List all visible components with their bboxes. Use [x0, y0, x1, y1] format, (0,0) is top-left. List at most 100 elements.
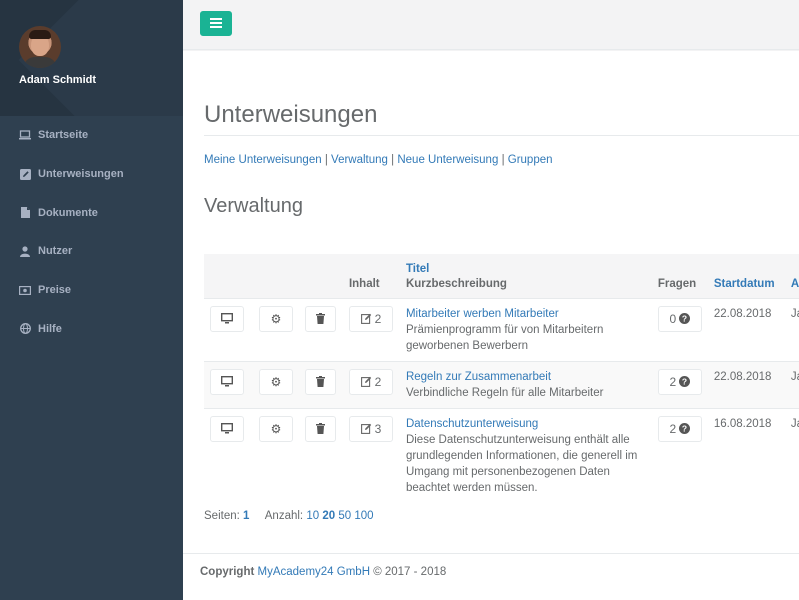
header-titel: Titel Kurzbeschreibung	[399, 254, 652, 299]
settings-button[interactable]: ⚙	[258, 368, 293, 395]
next-column-value: Ja	[784, 360, 799, 408]
content-count: 3	[374, 421, 382, 436]
menu-toggle-button[interactable]	[200, 11, 232, 36]
questions-count: 2	[669, 421, 677, 436]
sidebar-item-label: Dokumente	[38, 206, 98, 219]
table-row: ⚙ 2 Regeln zur Zusammenarbeit Verbindlic…	[204, 360, 799, 408]
sort-titel-link[interactable]: Titel	[406, 263, 429, 275]
avatar[interactable]	[19, 26, 61, 68]
edit-icon	[360, 313, 371, 324]
table-row: ⚙ 2 Mitarbeiter werben Mitarbeiter Prämi…	[204, 297, 799, 361]
sidebar-item-label: Startseite	[38, 129, 89, 142]
sort-next-link[interactable]: A	[791, 278, 799, 290]
content-count: 2	[374, 311, 382, 326]
header-kurzbeschreibung: Kurzbeschreibung	[405, 277, 507, 290]
sidebar-item-dokumente[interactable]: Dokumente	[0, 193, 183, 232]
delete-button[interactable]	[304, 368, 336, 395]
sidebar: Adam Schmidt Startseite Unterweisungen D…	[0, 0, 183, 600]
header-fragen: Fragen	[651, 254, 708, 299]
laptop-icon	[19, 129, 31, 141]
main-content: Unterweisungen Meine Unterweisungen | Ve…	[183, 51, 799, 553]
delete-button[interactable]	[304, 415, 336, 442]
sidebar-item-startseite[interactable]: Startseite	[0, 116, 183, 155]
questions-count: 2	[669, 374, 677, 389]
profile-header: Adam Schmidt	[0, 0, 183, 116]
sort-startdatum-link[interactable]: Startdatum	[714, 278, 775, 290]
edit-icon	[360, 423, 371, 434]
file-icon	[19, 207, 31, 219]
money-icon	[19, 284, 31, 296]
monitor-icon	[221, 423, 233, 434]
subnav-separator: |	[324, 154, 328, 166]
header-next: A	[784, 254, 799, 299]
page-size-10[interactable]: 10	[306, 510, 319, 522]
header-delete	[298, 254, 343, 299]
company-link[interactable]: MyAcademy24 GmbH	[258, 566, 370, 578]
content-count: 2	[374, 374, 382, 389]
svg-text:?: ?	[682, 314, 687, 324]
gear-icon: ⚙	[270, 421, 282, 436]
edit-icon	[19, 168, 31, 180]
next-column-value: Ja	[784, 407, 799, 503]
page-link-1[interactable]: 1	[243, 510, 249, 522]
training-description: Prämienprogramm für von Mitarbeitern gew…	[405, 323, 604, 352]
count-label: Anzahl:	[264, 510, 304, 522]
top-bar	[183, 0, 799, 50]
section-title: Verwaltung	[204, 195, 303, 217]
training-description: Verbindliche Regeln für alle Mitarbeiter	[405, 386, 604, 399]
sidebar-item-label: Hilfe	[38, 322, 62, 335]
sidebar-item-label: Unterweisungen	[38, 168, 124, 181]
delete-button[interactable]	[304, 305, 336, 332]
trash-icon	[315, 313, 325, 324]
title-divider	[204, 135, 799, 136]
view-button[interactable]	[210, 415, 244, 442]
subnav-meine-unterweisungen[interactable]: Meine Unterweisungen	[204, 154, 322, 166]
questions-button[interactable]: 2?	[657, 415, 702, 442]
svg-text:?: ?	[682, 424, 687, 434]
copyright-years: © 2017 - 2018	[373, 566, 447, 578]
monitor-icon	[221, 376, 233, 387]
subnav-neue-unterweisung[interactable]: Neue Unterweisung	[397, 154, 498, 166]
sidebar-item-unterweisungen[interactable]: Unterweisungen	[0, 155, 183, 194]
table-header-row: Inhalt Titel Kurzbeschreibung Fragen Sta…	[204, 254, 799, 299]
questions-button[interactable]: 2?	[657, 368, 702, 395]
sidebar-item-label: Preise	[38, 284, 72, 297]
page-size-100[interactable]: 100	[354, 510, 373, 522]
gear-icon: ⚙	[270, 311, 282, 326]
question-circle-icon: ?	[679, 376, 691, 387]
subnav-separator: |	[501, 154, 505, 166]
training-title-link[interactable]: Mitarbeiter werben Mitarbeiter	[406, 308, 559, 320]
start-date: 22.08.2018	[707, 360, 785, 408]
header-inhalt: Inhalt	[342, 254, 400, 299]
page-size-50[interactable]: 50	[338, 510, 351, 522]
question-circle-icon: ?	[679, 423, 691, 434]
profile-name[interactable]: Adam Schmidt	[19, 74, 96, 86]
view-button[interactable]	[210, 305, 244, 332]
settings-button[interactable]: ⚙	[258, 415, 293, 442]
subnav-verwaltung[interactable]: Verwaltung	[331, 154, 388, 166]
settings-button[interactable]: ⚙	[258, 305, 293, 332]
sidebar-item-hilfe[interactable]: Hilfe	[0, 309, 183, 348]
training-title-link[interactable]: Regeln zur Zusammenarbeit	[406, 371, 551, 383]
globe-icon	[19, 323, 31, 335]
copyright-label: Copyright	[200, 566, 255, 578]
start-date: 16.08.2018	[707, 407, 785, 503]
start-date: 22.08.2018	[707, 297, 785, 361]
edit-content-button[interactable]: 2	[348, 368, 393, 395]
page-size-20[interactable]: 20	[322, 510, 335, 522]
sidebar-item-preise[interactable]: Preise	[0, 271, 183, 310]
monitor-icon	[221, 313, 233, 324]
edit-content-button[interactable]: 3	[348, 415, 393, 442]
questions-count: 0	[669, 311, 677, 326]
hamburger-icon	[210, 17, 222, 31]
edit-content-button[interactable]: 2	[348, 305, 393, 332]
header-view	[204, 254, 253, 299]
sidebar-item-nutzer[interactable]: Nutzer	[0, 232, 183, 271]
questions-button[interactable]: 0?	[657, 305, 702, 332]
svg-text:?: ?	[682, 377, 687, 387]
view-button[interactable]	[210, 368, 244, 395]
subnav-gruppen[interactable]: Gruppen	[508, 154, 553, 166]
gear-icon: ⚙	[270, 374, 282, 389]
user-icon	[19, 245, 31, 257]
training-title-link[interactable]: Datenschutzunterweisung	[406, 418, 538, 430]
